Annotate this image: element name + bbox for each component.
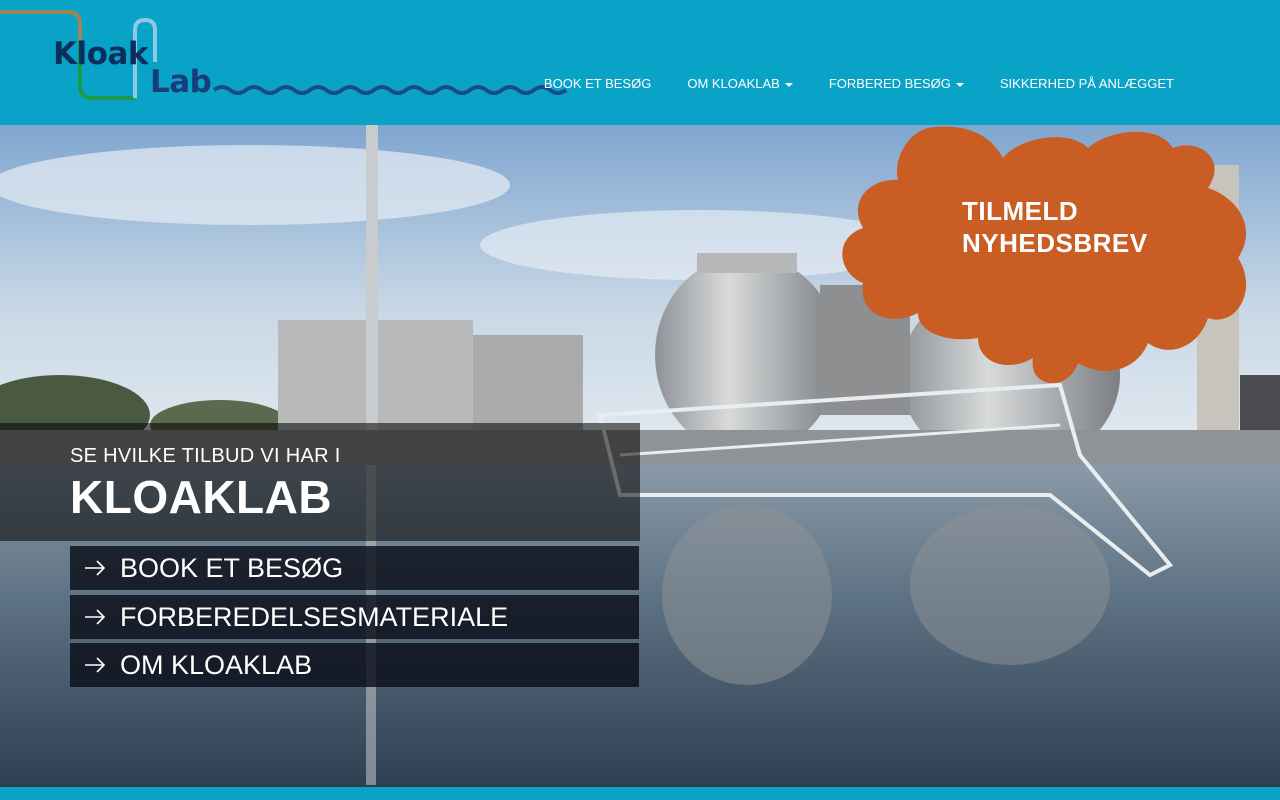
newsletter-signup-link[interactable]: TILMELD NYHEDSBREV [962, 195, 1148, 259]
cta-forberedelsesmateriale[interactable]: FORBEREDELSESMATERIALE [70, 595, 639, 639]
cta-label: OM KLOAKLAB [120, 649, 313, 680]
arrow-right-icon [70, 560, 120, 576]
hero-subtitle: SE HVILKE TILBUD VI HAR I [70, 445, 341, 467]
nav-label: BOOK ET BESØG [543, 76, 652, 91]
main-nav: BOOK ET BESØG OM KLOAKLAB FORBERED BESØG… [526, 76, 1192, 91]
hero-title: KLOAKLAB [70, 471, 333, 523]
nav-label: OM KLOAKLAB [687, 76, 780, 91]
arrow-right-icon [70, 657, 120, 673]
caret-down-icon [784, 82, 793, 87]
newsletter-line2: NYHEDSBREV [962, 228, 1148, 258]
nav-label: SIKKERHED PÅ ANLÆGGET [999, 76, 1174, 91]
nav-book-et-besog[interactable]: BOOK ET BESØG [526, 76, 669, 91]
cta-label: FORBEREDELSESMATERIALE [120, 601, 509, 632]
newsletter-line1: TILMELD [962, 196, 1079, 226]
cta-label: BOOK ET BESØG [120, 552, 344, 583]
kloaklab-logo[interactable]: Kloak Lab [0, 0, 570, 110]
arrow-right-icon [70, 609, 120, 625]
nav-sikkerhed[interactable]: SIKKERHED PÅ ANLÆGGET [982, 76, 1192, 91]
caret-down-icon [955, 82, 964, 87]
bottom-strip [0, 787, 1280, 800]
cta-om-kloaklab[interactable]: OM KLOAKLAB [70, 643, 639, 687]
site-header: Kloak Lab BOOK ET BESØG OM KLOAKLAB FORB… [0, 0, 1280, 125]
logo-text-kloak: Kloak [53, 36, 148, 72]
nav-om-kloaklab[interactable]: OM KLOAKLAB [669, 76, 810, 91]
cta-book-et-besog[interactable]: BOOK ET BESØG [70, 546, 639, 590]
logo-text-lab: Lab [150, 64, 212, 100]
nav-label: FORBERED BESØG [828, 76, 951, 91]
nav-forbered-besog[interactable]: FORBERED BESØG [811, 76, 982, 91]
